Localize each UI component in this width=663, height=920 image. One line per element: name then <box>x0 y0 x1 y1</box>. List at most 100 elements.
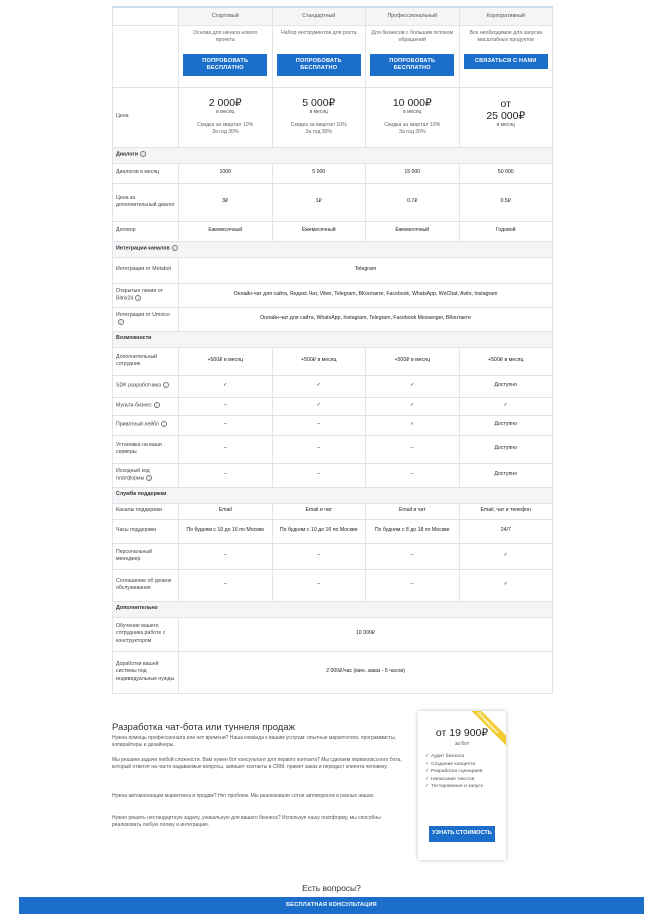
get-price-button[interactable]: УЗНАТЬ СТОИМОСТЬ <box>429 826 495 842</box>
row-label-cell: Часы поддержки <box>112 518 179 544</box>
info-icon[interactable]: i <box>146 474 153 481</box>
offer-feature: ✓ Создание концепта <box>425 761 476 767</box>
row-label-cell: Интеграции от Umnicoi <box>112 306 179 332</box>
feature-row: Договор Ежемесячный Ежемесячный Ежемесячный… <box>112 220 553 242</box>
dash-icon: – <box>178 396 273 416</box>
feature-row: Соглашение об уровне обслуживания – – – ✓ <box>112 568 553 602</box>
price-discount: За год 30% <box>305 129 333 136</box>
section-title-cell: Возможности <box>112 330 553 348</box>
section-title: Возможности <box>116 335 152 342</box>
feature-value: Доступно <box>458 434 553 464</box>
dash-icon: – <box>365 568 460 602</box>
row-label: Приватный лейбл <box>116 421 159 428</box>
check-icon: ✓ <box>458 396 553 416</box>
row-label: Интеграции от Metabot <box>116 266 171 273</box>
section-title: Диалоги <box>116 151 138 158</box>
plan-price: 25 000₽ <box>486 109 526 122</box>
feature-value: По будням с 10 до 16 по Москве <box>271 518 366 544</box>
check-icon: ✓ <box>458 542 553 570</box>
row-label: Каналы поддержки <box>116 507 162 514</box>
feature-value: 0.5₽ <box>458 182 553 222</box>
check-icon: ✓ <box>178 374 273 398</box>
row-label: Часы поддержки <box>116 527 157 534</box>
feature-value: +500₽ в месяц <box>458 346 553 376</box>
dash-icon: – <box>178 414 273 436</box>
info-icon[interactable]: i <box>118 318 124 325</box>
feature-value: Ежемесячный <box>178 220 273 242</box>
row-label: Договор <box>116 227 136 234</box>
feature-value: Email <box>178 502 273 520</box>
feature-row: Доработки вашей системы под индивидуальн… <box>112 650 553 694</box>
contact-us-button[interactable]: СВЯЗАТЬСЯ С НАМИ <box>463 53 548 69</box>
info-icon[interactable]: i <box>160 421 167 428</box>
feature-value: Email, чат и телефон <box>458 502 553 520</box>
price-period: в месяц <box>403 109 422 116</box>
try-free-button[interactable]: ПОПРОБОВАТЬ БЕСПЛАТНО <box>183 53 268 77</box>
plan-name: Стартовый <box>178 6 273 26</box>
row-label: Обучение вашего сотрудника работе с конс… <box>116 623 166 644</box>
feature-value: +500₽ в месяц <box>271 346 366 376</box>
dash-icon: – <box>271 542 366 570</box>
section-title: Служба поддержки <box>116 491 167 498</box>
feature-row: Интеграции от Metabot Telegram <box>112 256 553 284</box>
plan-description-row: Основа для начала нового проекта ПОПРОБОВ… <box>112 24 553 88</box>
dash-icon: – <box>365 434 460 464</box>
offer-feature: ✓ Разработка сценариев <box>425 769 483 775</box>
row-label: Исходный код платформы <box>116 467 150 482</box>
offer-feature: ✓ Написание текстов <box>425 776 475 782</box>
dash-icon: – <box>271 434 366 464</box>
feature-row: Диалогов в месяц 1000 5 000 15 000 50 000 <box>112 162 553 184</box>
try-free-button[interactable]: ПОПРОБОВАТЬ БЕСПЛАТНО <box>370 53 455 77</box>
row-label-cell: Доработки вашей системы под индивидуальн… <box>112 650 179 694</box>
info-icon[interactable]: i <box>171 245 178 252</box>
info-icon[interactable]: i <box>153 402 160 409</box>
section-title-cell: Служба поддержки <box>112 486 553 504</box>
feature-value: По будням с 8 до 18 по Москве <box>365 518 460 544</box>
feature-value: По будням с 10 до 16 по Москве <box>178 518 273 544</box>
check-icon: ✓ <box>271 374 366 398</box>
check-icon: ✓ <box>365 374 460 398</box>
feature-row: Интеграции от Umnicoi Онлайн-чат для сайт… <box>112 306 553 332</box>
promo-paragraph: Нужно решить нестандартную задачу, уника… <box>112 815 381 829</box>
corner-cell <box>112 6 179 26</box>
info-icon[interactable]: i <box>162 382 169 389</box>
feature-value-span: Онлайн-чат для сайта, WhatsApp, Instagra… <box>178 306 553 332</box>
questions-title: Есть вопросы? <box>302 883 361 893</box>
plan-cell: Все необходимое для запуска масштабных п… <box>458 24 553 88</box>
section-title-cell: Интеграции каналов i <box>112 240 553 258</box>
feature-value: +500₽ в месяц <box>178 346 273 376</box>
price-period: в месяц <box>216 109 235 116</box>
plan-cell: Для бизнесов с большим потоком обращений… <box>365 24 460 88</box>
plan-price: 10 000₽ <box>392 96 432 109</box>
row-label-cell: Интеграции от Metabot <box>112 256 179 284</box>
offer-price: от 19 900₽ <box>435 727 489 739</box>
row-label: Цена за дополнительный диалог <box>116 194 175 208</box>
row-label: Соглашение об уровне обслуживания <box>116 577 172 591</box>
check-icon: ✓ <box>458 568 553 602</box>
price-discount: Скидка за квартал 10% <box>197 122 254 129</box>
feature-value: Email и чат <box>365 502 460 520</box>
info-icon[interactable]: i <box>135 294 142 301</box>
dash-icon: – <box>365 542 460 570</box>
dash-icon: – <box>178 568 273 602</box>
feature-value: 15 000 <box>365 162 460 184</box>
row-label: Диалогов в месяц <box>116 169 160 176</box>
row-label-cell: Персональный менеджер <box>112 542 179 570</box>
info-icon[interactable]: i <box>139 151 146 158</box>
feature-value: 3₽ <box>178 182 273 222</box>
price-prefix: от <box>500 98 511 111</box>
dash-icon: – <box>178 462 273 488</box>
plan-price-cell: 2 000₽ в месяц Скидка за квартал 10% За год… <box>178 86 273 148</box>
plan-name: Корпоративный <box>458 6 553 26</box>
row-label: Доработки вашей системы под индивидуальн… <box>116 661 175 682</box>
feature-value: Годовой <box>458 220 553 242</box>
feature-row: Цена за дополнительный диалог 3₽ 1₽ 0.7₽ 0.5… <box>112 182 553 222</box>
section-header-row: Возможности <box>112 330 553 348</box>
feature-row: Открытые линии от Bitrix24 i Онлайн-чат дл… <box>112 282 553 308</box>
try-free-button[interactable]: ПОПРОБОВАТЬ БЕСПЛАТНО <box>276 53 361 77</box>
price-discount: Скидка за квартал 10% <box>384 122 441 129</box>
feature-value-span: 10 000₽ <box>178 616 553 652</box>
check-icon: ✓ <box>425 769 430 775</box>
feature-value: Ежемесячный <box>365 220 460 242</box>
free-consultation-button[interactable]: БЕСПЛАТНАЯ КОНСУЛЬТАЦИЯ <box>19 897 644 914</box>
